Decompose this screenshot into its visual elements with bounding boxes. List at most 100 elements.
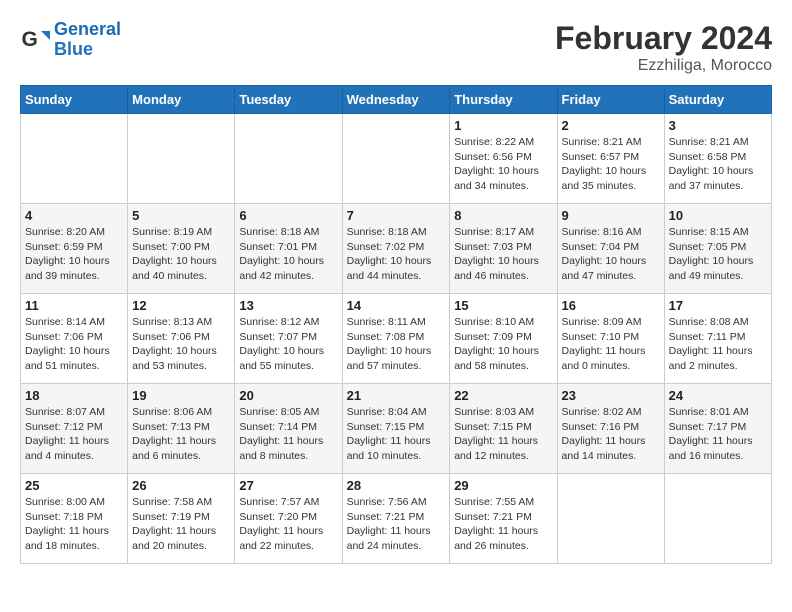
calendar-cell: 27 Sunrise: 7:57 AM Sunset: 7:20 PM Dayli… [235, 474, 342, 564]
day-info: Sunrise: 8:22 AM Sunset: 6:56 PM Dayligh… [454, 135, 552, 194]
calendar-cell: 10 Sunrise: 8:15 AM Sunset: 7:05 PM Dayli… [664, 204, 771, 294]
day-number: 24 [669, 388, 767, 403]
day-number: 19 [132, 388, 230, 403]
day-info: Sunrise: 8:10 AM Sunset: 7:09 PM Dayligh… [454, 315, 552, 374]
calendar-cell: 18 Sunrise: 8:07 AM Sunset: 7:12 PM Dayli… [21, 384, 128, 474]
calendar-cell: 4 Sunrise: 8:20 AM Sunset: 6:59 PM Daylig… [21, 204, 128, 294]
day-info: Sunrise: 7:58 AM Sunset: 7:19 PM Dayligh… [132, 495, 230, 554]
calendar-cell: 9 Sunrise: 8:16 AM Sunset: 7:04 PM Daylig… [557, 204, 664, 294]
calendar-cell: 6 Sunrise: 8:18 AM Sunset: 7:01 PM Daylig… [235, 204, 342, 294]
calendar-cell: 8 Sunrise: 8:17 AM Sunset: 7:03 PM Daylig… [450, 204, 557, 294]
day-info: Sunrise: 8:18 AM Sunset: 7:02 PM Dayligh… [347, 225, 446, 284]
day-number: 25 [25, 478, 123, 493]
day-number: 3 [669, 118, 767, 133]
calendar-cell [235, 114, 342, 204]
day-number: 15 [454, 298, 552, 313]
calendar-cell: 26Sunrise: 7:58 AM Sunset: 7:19 PM Dayli… [128, 474, 235, 564]
day-number: 5 [132, 208, 230, 223]
day-number: 9 [562, 208, 660, 223]
calendar-cell: 17Sunrise: 8:08 AM Sunset: 7:11 PM Dayli… [664, 294, 771, 384]
day-number: 8 [454, 208, 552, 223]
day-info: Sunrise: 8:16 AM Sunset: 7:04 PM Dayligh… [562, 225, 660, 284]
day-number: 28 [347, 478, 446, 493]
calendar-cell [342, 114, 450, 204]
day-number: 21 [347, 388, 446, 403]
calendar-cell: 11Sunrise: 8:14 AM Sunset: 7:06 PM Dayli… [21, 294, 128, 384]
weekday-header-monday: Monday [128, 86, 235, 114]
calendar-header: SundayMondayTuesdayWednesdayThursdayFrid… [21, 86, 772, 114]
weekday-header-wednesday: Wednesday [342, 86, 450, 114]
day-info: Sunrise: 8:11 AM Sunset: 7:08 PM Dayligh… [347, 315, 446, 374]
day-number: 22 [454, 388, 552, 403]
day-number: 29 [454, 478, 552, 493]
day-info: Sunrise: 8:04 AM Sunset: 7:15 PM Dayligh… [347, 405, 446, 464]
day-info: Sunrise: 8:14 AM Sunset: 7:06 PM Dayligh… [25, 315, 123, 374]
day-info: Sunrise: 8:12 AM Sunset: 7:07 PM Dayligh… [239, 315, 337, 374]
day-info: Sunrise: 8:07 AM Sunset: 7:12 PM Dayligh… [25, 405, 123, 464]
calendar-cell: 2Sunrise: 8:21 AM Sunset: 6:57 PM Daylig… [557, 114, 664, 204]
calendar-week-2: 4 Sunrise: 8:20 AM Sunset: 6:59 PM Daylig… [21, 204, 772, 294]
calendar-table: SundayMondayTuesdayWednesdayThursdayFrid… [20, 85, 772, 564]
day-number: 4 [25, 208, 123, 223]
calendar-cell [557, 474, 664, 564]
day-info: Sunrise: 8:02 AM Sunset: 7:16 PM Dayligh… [562, 405, 660, 464]
svg-text:G: G [22, 28, 38, 51]
calendar-cell: 13 Sunrise: 8:12 AM Sunset: 7:07 PM Dayli… [235, 294, 342, 384]
day-info: Sunrise: 7:56 AM Sunset: 7:21 PM Dayligh… [347, 495, 446, 554]
logo-line2: Blue [54, 39, 93, 59]
calendar-body: 1Sunrise: 8:22 AM Sunset: 6:56 PM Daylig… [21, 114, 772, 564]
weekday-header-saturday: Saturday [664, 86, 771, 114]
calendar-week-5: 25 Sunrise: 8:00 AM Sunset: 7:18 PM Dayli… [21, 474, 772, 564]
weekday-header-row: SundayMondayTuesdayWednesdayThursdayFrid… [21, 86, 772, 114]
day-number: 23 [562, 388, 660, 403]
calendar-cell: 28 Sunrise: 7:56 AM Sunset: 7:21 PM Dayli… [342, 474, 450, 564]
day-number: 14 [347, 298, 446, 313]
calendar-week-4: 18 Sunrise: 8:07 AM Sunset: 7:12 PM Dayli… [21, 384, 772, 474]
day-number: 13 [239, 298, 337, 313]
weekday-header-thursday: Thursday [450, 86, 557, 114]
location-title: Ezzhiliga, Morocco [555, 57, 772, 75]
day-info: Sunrise: 8:19 AM Sunset: 7:00 PM Dayligh… [132, 225, 230, 284]
title-section: February 2024 Ezzhiliga, Morocco [555, 20, 772, 75]
logo-text: General Blue [54, 20, 121, 60]
calendar-cell: 24 Sunrise: 8:01 AM Sunset: 7:17 PM Dayli… [664, 384, 771, 474]
calendar-cell: 14 Sunrise: 8:11 AM Sunset: 7:08 PM Dayli… [342, 294, 450, 384]
day-info: Sunrise: 8:01 AM Sunset: 7:17 PM Dayligh… [669, 405, 767, 464]
day-info: Sunrise: 8:05 AM Sunset: 7:14 PM Dayligh… [239, 405, 337, 464]
calendar-cell: 19Sunrise: 8:06 AM Sunset: 7:13 PM Dayli… [128, 384, 235, 474]
weekday-header-tuesday: Tuesday [235, 86, 342, 114]
calendar-cell: 7 Sunrise: 8:18 AM Sunset: 7:02 PM Daylig… [342, 204, 450, 294]
day-info: Sunrise: 8:21 AM Sunset: 6:57 PM Dayligh… [562, 135, 660, 194]
day-info: Sunrise: 8:21 AM Sunset: 6:58 PM Dayligh… [669, 135, 767, 194]
day-number: 16 [562, 298, 660, 313]
logo-line1: General [54, 19, 121, 39]
day-info: Sunrise: 8:17 AM Sunset: 7:03 PM Dayligh… [454, 225, 552, 284]
calendar-week-1: 1Sunrise: 8:22 AM Sunset: 6:56 PM Daylig… [21, 114, 772, 204]
calendar-week-3: 11Sunrise: 8:14 AM Sunset: 7:06 PM Dayli… [21, 294, 772, 384]
day-info: Sunrise: 8:13 AM Sunset: 7:06 PM Dayligh… [132, 315, 230, 374]
calendar-cell: 20 Sunrise: 8:05 AM Sunset: 7:14 PM Dayli… [235, 384, 342, 474]
calendar-cell: 5 Sunrise: 8:19 AM Sunset: 7:00 PM Daylig… [128, 204, 235, 294]
day-number: 27 [239, 478, 337, 493]
day-info: Sunrise: 8:18 AM Sunset: 7:01 PM Dayligh… [239, 225, 337, 284]
day-number: 7 [347, 208, 446, 223]
day-number: 12 [132, 298, 230, 313]
day-info: Sunrise: 7:55 AM Sunset: 7:21 PM Dayligh… [454, 495, 552, 554]
day-info: Sunrise: 8:00 AM Sunset: 7:18 PM Dayligh… [25, 495, 123, 554]
calendar-cell: 15 Sunrise: 8:10 AM Sunset: 7:09 PM Dayli… [450, 294, 557, 384]
calendar-cell: 16Sunrise: 8:09 AM Sunset: 7:10 PM Dayli… [557, 294, 664, 384]
day-number: 6 [239, 208, 337, 223]
calendar-cell: 23 Sunrise: 8:02 AM Sunset: 7:16 PM Dayli… [557, 384, 664, 474]
day-info: Sunrise: 8:15 AM Sunset: 7:05 PM Dayligh… [669, 225, 767, 284]
page-header: G General Blue February 2024 Ezzhiliga, … [20, 20, 772, 75]
weekday-header-friday: Friday [557, 86, 664, 114]
day-number: 18 [25, 388, 123, 403]
day-number: 20 [239, 388, 337, 403]
day-info: Sunrise: 7:57 AM Sunset: 7:20 PM Dayligh… [239, 495, 337, 554]
calendar-cell [21, 114, 128, 204]
calendar-cell [664, 474, 771, 564]
calendar-cell: 22Sunrise: 8:03 AM Sunset: 7:15 PM Dayli… [450, 384, 557, 474]
day-info: Sunrise: 8:20 AM Sunset: 6:59 PM Dayligh… [25, 225, 123, 284]
calendar-cell: 12 Sunrise: 8:13 AM Sunset: 7:06 PM Dayli… [128, 294, 235, 384]
day-number: 10 [669, 208, 767, 223]
